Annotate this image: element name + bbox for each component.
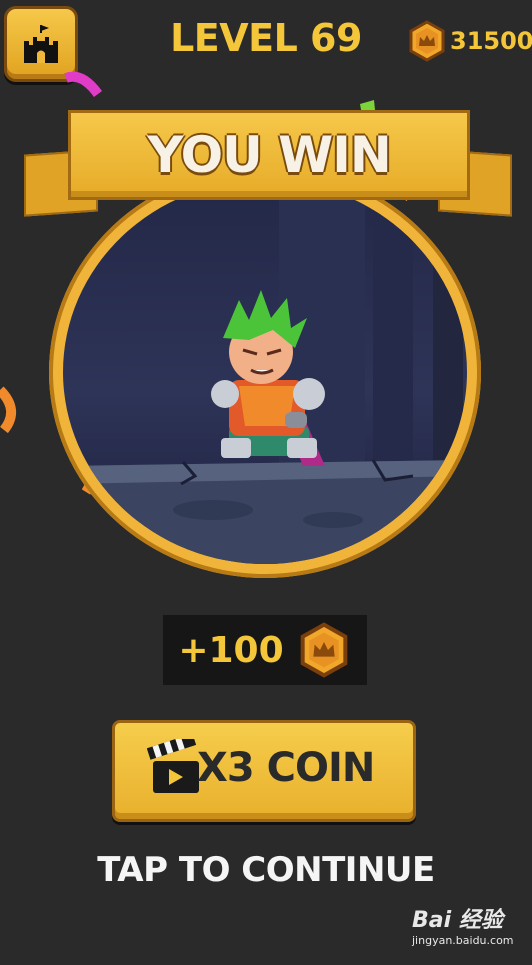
win-banner: YOU WIN bbox=[68, 110, 470, 200]
win-banner-title: YOU WIN bbox=[147, 126, 392, 184]
victory-scene bbox=[49, 166, 481, 578]
x3-coin-label: X3 COIN bbox=[197, 745, 375, 791]
level-title: LEVEL 69 bbox=[170, 16, 362, 60]
crown-coin-icon bbox=[409, 20, 445, 62]
crown-coin-icon bbox=[300, 622, 347, 678]
home-button[interactable] bbox=[4, 6, 78, 82]
watermark-brand: Bai 经验 bbox=[412, 908, 503, 933]
scene-background bbox=[63, 180, 467, 564]
coin-counter: 31500 bbox=[406, 18, 532, 64]
tap-to-continue[interactable]: TAP TO CONTINUE bbox=[0, 850, 532, 890]
castle-icon bbox=[24, 25, 58, 63]
watermark: Bai 经验 jingyan.baidu.com bbox=[412, 902, 528, 952]
coin-count: 31500 bbox=[450, 27, 532, 55]
reward-box: +100 bbox=[163, 615, 367, 685]
hero-scene-illustration bbox=[63, 180, 467, 564]
reward-amount: +100 bbox=[178, 629, 284, 671]
x3-coin-button[interactable]: X3 COIN bbox=[112, 720, 416, 822]
watermark-url: jingyan.baidu.com bbox=[412, 934, 514, 947]
